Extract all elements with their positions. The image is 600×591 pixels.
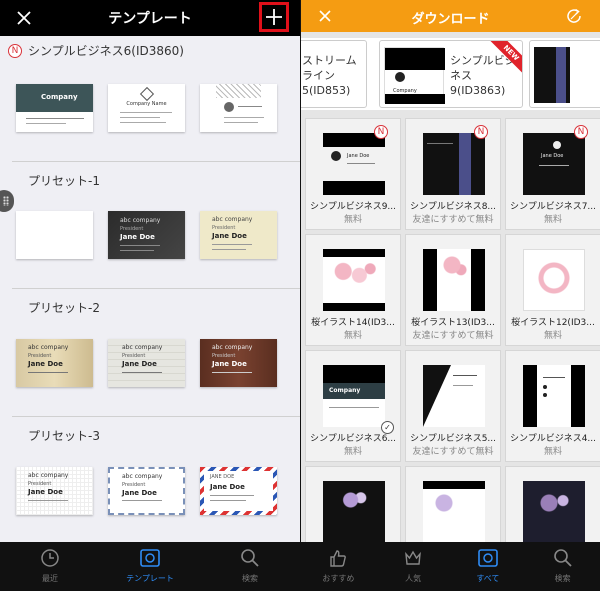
template-card[interactable]: abc company President Jane Doe bbox=[16, 339, 93, 387]
grid-icon bbox=[478, 549, 498, 567]
template-card[interactable]: abc company President Jane Doe bbox=[108, 467, 185, 515]
downloaded-check-icon: ✓ bbox=[381, 421, 394, 434]
page-title: テンプレート bbox=[108, 11, 192, 27]
new-badge: N bbox=[574, 125, 588, 139]
download-screen: ダウンロード ストリームライン 5(ID853) Company シンプルビジネ… bbox=[301, 0, 600, 591]
current-template-name: シンプルビジネス6(ID3860) bbox=[28, 44, 184, 58]
template-name: 桜イラスト13(ID3... bbox=[411, 318, 495, 328]
template-thumbnail: Jane Doe bbox=[323, 133, 385, 195]
template-card[interactable]: abc company President Jane Doe bbox=[108, 339, 185, 387]
tab-recent[interactable]: 最近 bbox=[0, 542, 100, 591]
tab-search[interactable]: 検索 bbox=[525, 542, 600, 591]
section-divider bbox=[12, 288, 300, 289]
template-name: シンプルビジネス7... bbox=[509, 202, 597, 212]
price-label: 無料 bbox=[343, 215, 362, 225]
template-item[interactable]: Company シンプルビジネス6... 無料 ✓ bbox=[305, 350, 401, 462]
template-item[interactable]: シンプルビジネス5... 友達にすすめて無料 bbox=[405, 350, 501, 462]
template-card[interactable]: Company Name bbox=[108, 84, 185, 132]
template-name: シンプルビジネス8... bbox=[409, 202, 497, 212]
template-thumbnail: Company bbox=[323, 365, 385, 427]
tab-popular[interactable]: 人気 bbox=[376, 542, 451, 591]
template-card-airmail[interactable]: JANE DOE Jane Doe bbox=[200, 467, 277, 515]
template-card-blank[interactable] bbox=[16, 211, 93, 259]
template-item[interactable]: シンプルビジネス4... 無料 bbox=[505, 350, 600, 462]
template-name: 桜イラスト14(ID3... bbox=[311, 318, 395, 328]
bottom-tab-bar: 最近 テンプレート 検索 bbox=[0, 542, 300, 591]
template-screen: テンプレート N シンプルビジネス6(ID3860) Company Compa… bbox=[0, 0, 300, 591]
template-item[interactable]: 桜イラスト12(ID3... 無料 bbox=[505, 234, 600, 346]
featured-item[interactable] bbox=[529, 40, 600, 108]
template-thumbnail bbox=[423, 365, 485, 427]
side-drawer-handle[interactable] bbox=[0, 190, 14, 212]
template-thumbnail bbox=[523, 481, 585, 543]
template-card[interactable]: Company bbox=[16, 84, 93, 132]
template-thumbnail bbox=[323, 249, 385, 311]
featured-item[interactable]: Company シンプルビジネス9(ID3863) NEW bbox=[379, 40, 523, 108]
search-icon bbox=[553, 549, 572, 567]
clock-icon bbox=[41, 549, 59, 567]
add-template-button[interactable] bbox=[259, 2, 289, 32]
section-title-preset-3: プリセット-3 bbox=[28, 429, 100, 443]
price-label: 無料 bbox=[343, 447, 362, 457]
template-item[interactable]: 桜イラスト14(ID3... 無料 bbox=[305, 234, 401, 346]
tab-recommended[interactable]: おすすめ bbox=[301, 542, 376, 591]
new-badge: N bbox=[474, 125, 488, 139]
price-label: 友達にすすめて無料 bbox=[412, 447, 494, 457]
featured-carousel: ストリームライン 5(ID853) Company シンプルビジネス9(ID38… bbox=[301, 38, 600, 110]
template-thumbnail bbox=[423, 133, 485, 195]
search-icon bbox=[241, 549, 259, 567]
template-name: シンプルビジネス5... bbox=[409, 434, 497, 444]
template-card[interactable]: abc company President Jane Doe bbox=[16, 467, 93, 515]
refresh-icon[interactable] bbox=[565, 7, 583, 25]
price-label: 無料 bbox=[343, 331, 362, 341]
tab-search[interactable]: 検索 bbox=[200, 542, 300, 591]
template-card[interactable]: abc company President Jane Doe bbox=[200, 339, 277, 387]
price-label: 無料 bbox=[543, 447, 562, 457]
price-label: 友達にすすめて無料 bbox=[412, 331, 494, 341]
price-label: 友達にすすめて無料 bbox=[412, 215, 494, 225]
template-card[interactable]: abc company President Jane Doe bbox=[200, 211, 277, 259]
section-divider bbox=[12, 161, 300, 162]
template-thumbnail bbox=[423, 481, 485, 543]
new-badge: N bbox=[374, 125, 388, 139]
template-name: シンプルビジネス9... bbox=[309, 202, 397, 212]
template-name: 桜イラスト12(ID3... bbox=[511, 318, 595, 328]
featured-item[interactable]: ストリームライン 5(ID853) bbox=[301, 40, 367, 108]
plus-icon bbox=[266, 9, 282, 25]
template-item[interactable]: Jane Doe シンプルビジネス7... 無料 N bbox=[505, 118, 600, 230]
section-title-preset-2: プリセット-2 bbox=[28, 301, 100, 315]
new-badge: N bbox=[8, 43, 22, 58]
template-thumbnail bbox=[423, 249, 485, 311]
template-card[interactable]: abc company President Jane Doe bbox=[108, 211, 185, 259]
price-label: 無料 bbox=[543, 215, 562, 225]
template-name: シンプルビジネス4... bbox=[509, 434, 597, 444]
template-item[interactable]: シンプルビジネス8... 友達にすすめて無料 N bbox=[405, 118, 501, 230]
template-card[interactable] bbox=[200, 84, 277, 132]
template-item[interactable]: Jane Doe シンプルビジネス9... 無料 N bbox=[305, 118, 401, 230]
tab-template[interactable]: テンプレート bbox=[100, 542, 200, 591]
bottom-tab-bar: おすすめ 人気 すべて 検索 bbox=[301, 542, 600, 591]
template-header: テンプレート bbox=[0, 0, 300, 36]
crown-icon bbox=[405, 550, 422, 565]
thumbs-up-icon bbox=[330, 550, 347, 567]
section-title-preset-1: プリセット-1 bbox=[28, 174, 100, 188]
price-label: 無料 bbox=[543, 331, 562, 341]
template-icon bbox=[140, 549, 160, 567]
grip-icon bbox=[3, 196, 9, 206]
page-title: ダウンロード bbox=[411, 12, 490, 27]
download-header: ダウンロード bbox=[301, 0, 600, 32]
template-thumbnail bbox=[523, 249, 585, 311]
template-item[interactable]: 桜イラスト13(ID3... 友達にすすめて無料 bbox=[405, 234, 501, 346]
template-thumbnail: Jane Doe bbox=[523, 133, 585, 195]
section-divider bbox=[12, 416, 300, 417]
template-thumbnail bbox=[323, 481, 385, 543]
tab-all[interactable]: すべて bbox=[451, 542, 526, 591]
current-template-label: N シンプルビジネス6(ID3860) bbox=[8, 42, 184, 59]
template-thumbnail bbox=[523, 365, 585, 427]
